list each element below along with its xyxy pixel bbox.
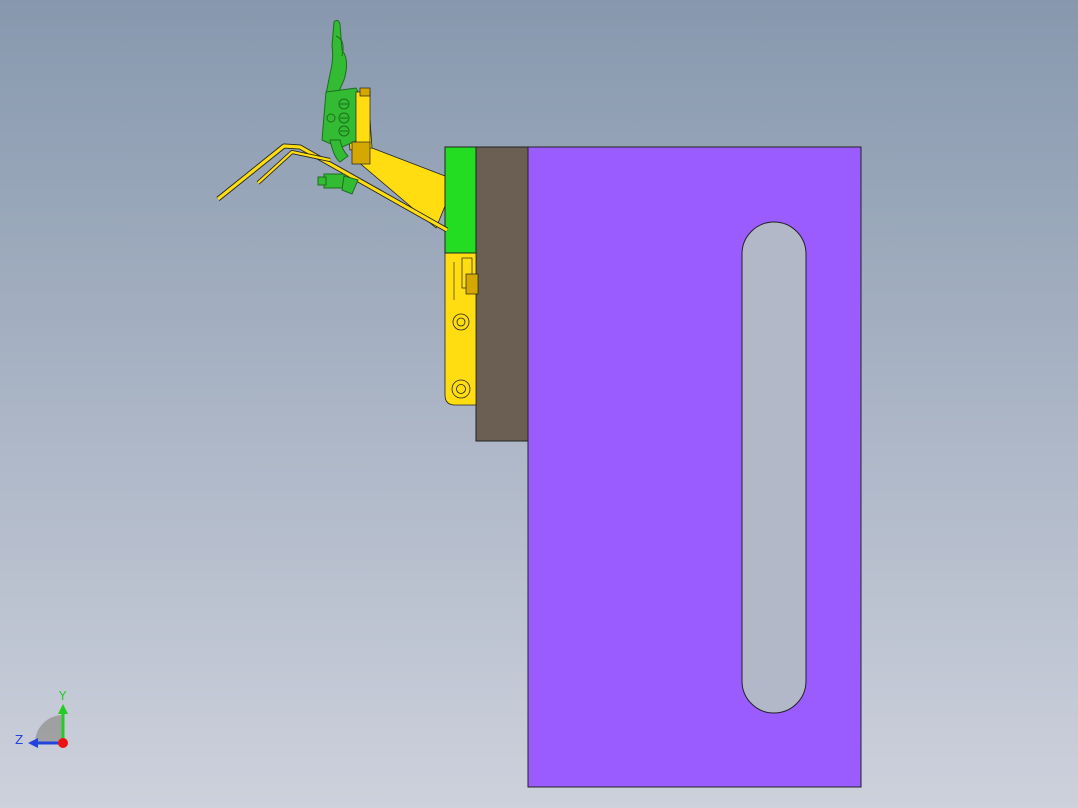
pivot-hole-upper (452, 313, 470, 331)
green-mount-block[interactable] (444, 146, 477, 254)
triad-origin (58, 738, 68, 748)
vertical-bracket[interactable] (444, 252, 479, 406)
cad-viewport[interactable]: Y Z (0, 0, 1078, 808)
triad-y-label: Y (58, 689, 67, 703)
spacer-plate[interactable] (475, 146, 529, 442)
base-plate-slot (741, 221, 807, 714)
triad-z-label: Z (15, 733, 23, 747)
clamp-spindle-nut (323, 173, 345, 189)
pivot-hole-lower (451, 379, 471, 399)
base-plate[interactable] (527, 146, 862, 788)
